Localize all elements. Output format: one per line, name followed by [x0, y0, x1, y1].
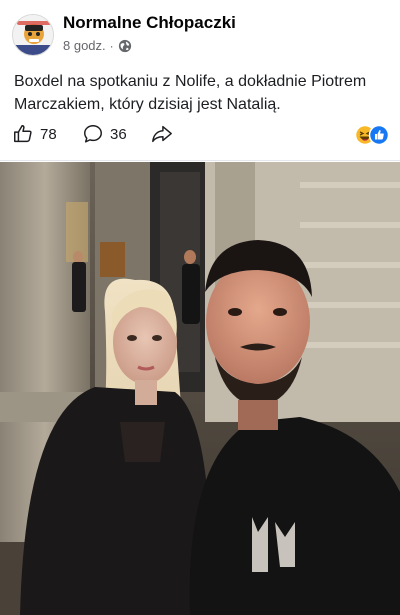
avatar-logo-icon: [13, 15, 53, 55]
comment-bubble-icon: [84, 125, 102, 143]
page-name[interactable]: Normalne Chłopaczki: [63, 13, 236, 33]
post-timestamp[interactable]: 8 godz.: [63, 38, 106, 53]
like-reaction-icon: [368, 124, 390, 146]
like-count: 78: [40, 125, 57, 143]
like-button[interactable]: 78: [12, 123, 57, 145]
comment-count: 36: [110, 125, 127, 143]
actions-bar: 78 36: [0, 118, 400, 152]
page-avatar[interactable]: [12, 14, 54, 56]
post-header: Normalne Chłopaczki 8 godz. ·: [0, 0, 400, 62]
divider: [0, 160, 400, 161]
share-arrow-icon: [152, 125, 172, 143]
post-meta: 8 godz. ·: [63, 38, 132, 53]
comment-button[interactable]: 36: [82, 123, 127, 145]
selfie-photo-image: [0, 162, 400, 615]
reaction-icons[interactable]: [354, 124, 390, 146]
globe-icon[interactable]: [118, 39, 132, 53]
post-photo[interactable]: [0, 162, 400, 615]
post-text: Boxdel na spotkaniu z Nolife, a dokładni…: [14, 73, 367, 113]
meta-separator: ·: [109, 38, 114, 53]
share-button[interactable]: [150, 123, 174, 145]
thumbs-up-icon: [14, 125, 32, 143]
